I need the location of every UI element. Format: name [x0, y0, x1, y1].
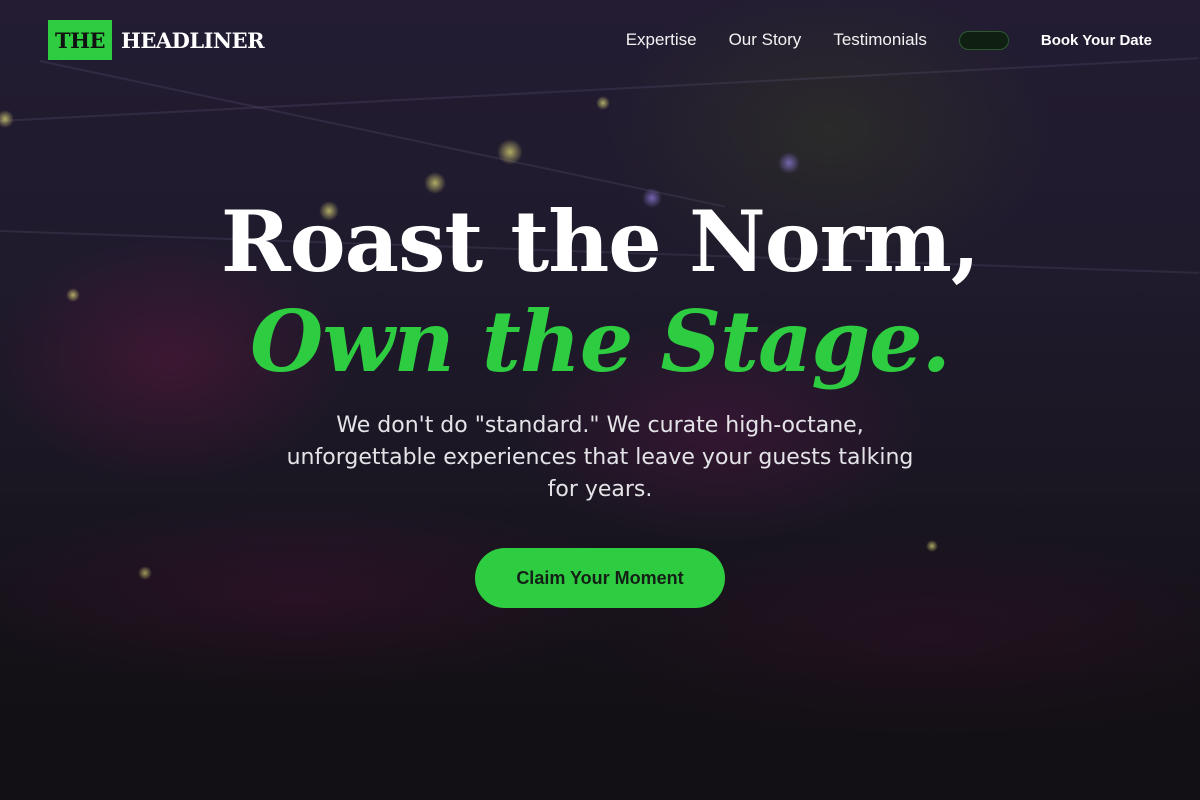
book-your-date-link[interactable]: Book Your Date [1041, 32, 1152, 49]
headline-line-1: Roast the Norm, [220, 192, 980, 291]
brand-mark: THE [48, 20, 112, 60]
nav-links: Expertise Our Story Testimonials [626, 30, 927, 50]
theme-toggle[interactable] [958, 30, 1009, 50]
brand-logo[interactable]: THE HEADLINER [48, 20, 265, 60]
site-header: THE HEADLINER Expertise Our Story Testim… [0, 0, 1200, 80]
hero-headline: Roast the Norm, Own the Stage. [220, 190, 980, 391]
nav-link-expertise[interactable]: Expertise [626, 30, 697, 50]
nav-bar: Expertise Our Story Testimonials Book Yo… [626, 30, 1152, 50]
hero-subtext: We don't do "standard." We curate high-o… [286, 413, 914, 502]
nav-link-our-story[interactable]: Our Story [729, 30, 802, 50]
headline-line-2: Own the Stage. [250, 292, 951, 391]
nav-link-testimonials[interactable]: Testimonials [833, 30, 927, 50]
brand-wordmark: HEADLINER [120, 27, 265, 53]
claim-your-moment-button[interactable]: Claim Your Moment [475, 548, 725, 608]
hero-section: THE HEADLINER Expertise Our Story Testim… [0, 0, 1200, 800]
hero-content: Roast the Norm, Own the Stage. We don't … [0, 190, 1200, 608]
